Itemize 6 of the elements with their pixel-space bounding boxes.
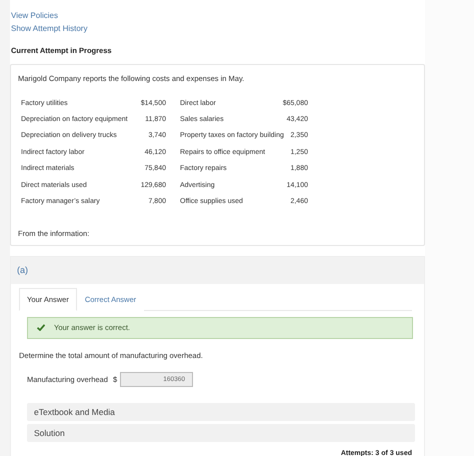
part-label: (a) <box>17 265 28 276</box>
checkmark-icon <box>37 324 45 332</box>
link[interactable]: View Policies <box>11 9 58 22</box>
collapsible-panel[interactable]: eTextbook and Media <box>27 402 415 421</box>
link[interactable]: Show Attempt History <box>11 22 88 35</box>
collapsible-panel[interactable]: Solution <box>27 424 415 442</box>
